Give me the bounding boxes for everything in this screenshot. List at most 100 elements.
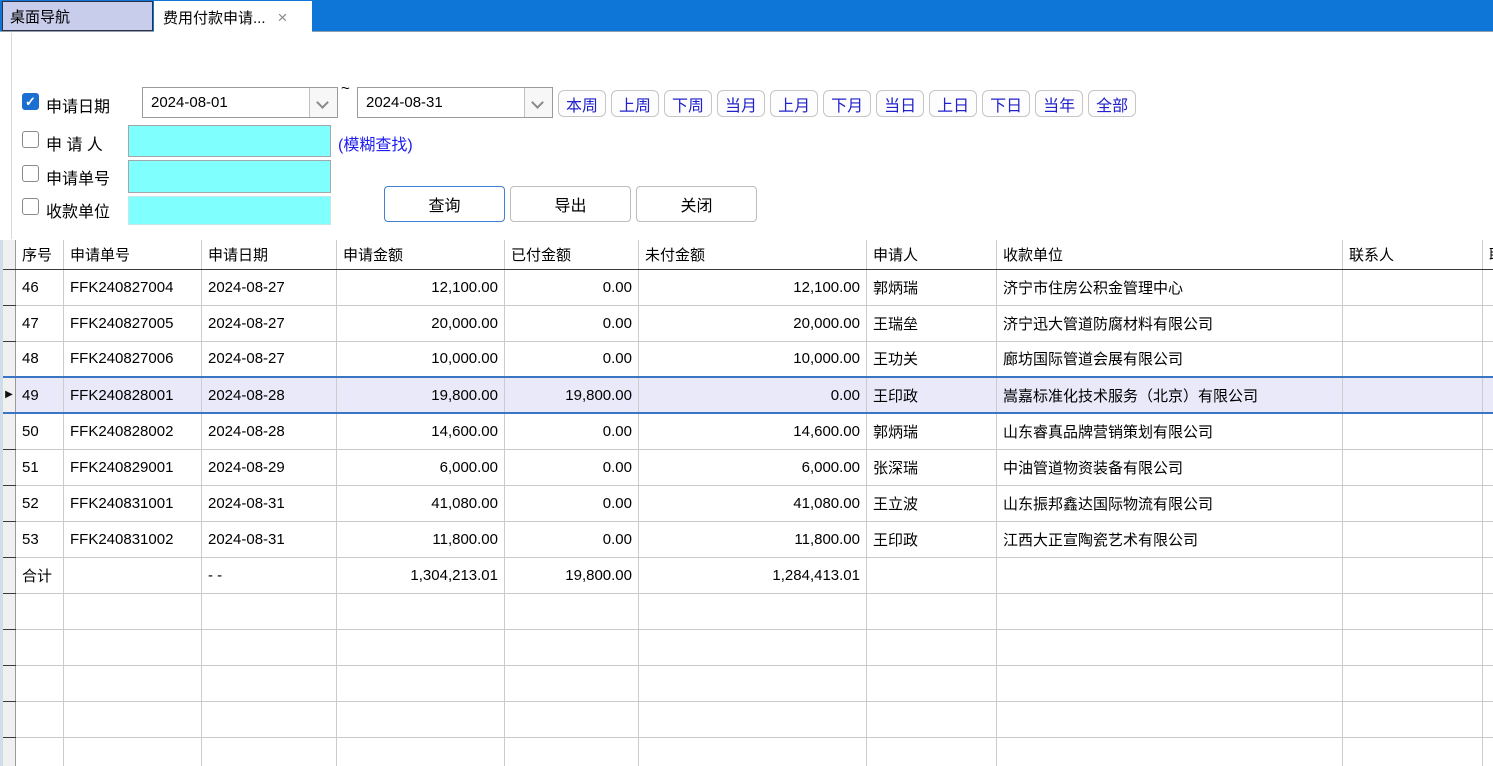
order-no-checkbox[interactable] — [22, 165, 39, 182]
cell-payee[interactable]: 山东振邦鑫达国际物流有限公司 — [997, 485, 1343, 521]
cell-payee[interactable]: 嵩嘉标准化技术服务（北京）有限公司 — [997, 377, 1343, 413]
cell-extra[interactable] — [1483, 593, 1493, 629]
cell-paid[interactable]: 19,800.00 — [505, 557, 639, 593]
export-button[interactable]: 导出 — [510, 186, 631, 222]
quick-range-button[interactable]: 当日 — [876, 90, 924, 117]
cell-payee[interactable] — [997, 665, 1343, 701]
cell-contact[interactable] — [1343, 485, 1483, 521]
cell-amount[interactable]: 10,000.00 — [337, 341, 505, 377]
cell-date[interactable]: 2024-08-28 — [202, 413, 337, 449]
cell-unpaid[interactable]: 12,100.00 — [639, 269, 867, 305]
cell-applicant[interactable] — [867, 629, 997, 665]
cell-date[interactable] — [202, 701, 337, 737]
table-row[interactable]: 53FFK2408310022024-08-3111,800.000.0011,… — [2, 521, 1493, 557]
cell-order-no[interactable] — [64, 557, 202, 593]
cell-extra[interactable] — [1483, 485, 1493, 521]
quick-range-button[interactable]: 下周 — [664, 90, 712, 117]
cell-date[interactable]: 2024-08-29 — [202, 449, 337, 485]
cell-seq[interactable] — [16, 737, 64, 766]
cell-unpaid[interactable] — [639, 593, 867, 629]
column-header[interactable]: 未付金额 — [639, 240, 867, 269]
column-header[interactable]: 申请人 — [867, 240, 997, 269]
cell-order-no[interactable] — [64, 593, 202, 629]
cell-paid[interactable]: 0.00 — [505, 449, 639, 485]
cell-date[interactable] — [202, 593, 337, 629]
cell-contact[interactable] — [1343, 269, 1483, 305]
cell-order-no[interactable] — [64, 737, 202, 766]
row-selector[interactable] — [2, 269, 16, 305]
column-header[interactable]: 联 — [1483, 240, 1493, 269]
cell-date[interactable]: 2024-08-28 — [202, 377, 337, 413]
cell-order-no[interactable]: FFK240827004 — [64, 269, 202, 305]
cell-extra[interactable] — [1483, 521, 1493, 557]
cell-applicant[interactable]: 王立波 — [867, 485, 997, 521]
cell-payee[interactable] — [997, 557, 1343, 593]
cell-order-no[interactable]: FFK240828002 — [64, 413, 202, 449]
date-to-select[interactable]: 2024-08-31 — [357, 87, 553, 118]
cell-applicant[interactable]: 王瑞垒 — [867, 305, 997, 341]
chevron-down-icon[interactable] — [524, 88, 552, 117]
quick-range-button[interactable]: 上周 — [611, 90, 659, 117]
column-header[interactable]: 申请日期 — [202, 240, 337, 269]
cell-payee[interactable]: 山东睿真品牌营销策划有限公司 — [997, 413, 1343, 449]
quick-range-button[interactable]: 当月 — [717, 90, 765, 117]
cell-unpaid[interactable] — [639, 629, 867, 665]
cell-applicant[interactable] — [867, 665, 997, 701]
cell-payee[interactable] — [997, 593, 1343, 629]
cell-paid[interactable]: 0.00 — [505, 341, 639, 377]
column-header[interactable]: 已付金额 — [505, 240, 639, 269]
cell-extra[interactable] — [1483, 665, 1493, 701]
cell-amount[interactable]: 19,800.00 — [337, 377, 505, 413]
cell-applicant[interactable]: 王功关 — [867, 341, 997, 377]
cell-applicant[interactable] — [867, 737, 997, 766]
column-header[interactable]: 联系人 — [1343, 240, 1483, 269]
cell-applicant[interactable] — [867, 701, 997, 737]
cell-extra[interactable] — [1483, 341, 1493, 377]
table-row[interactable]: 47FFK2408270052024-08-2720,000.000.0020,… — [2, 305, 1493, 341]
table-row[interactable]: 52FFK2408310012024-08-3141,080.000.0041,… — [2, 485, 1493, 521]
order-no-input[interactable] — [128, 160, 331, 193]
table-row[interactable]: 51FFK2408290012024-08-296,000.000.006,00… — [2, 449, 1493, 485]
cell-date[interactable] — [202, 629, 337, 665]
cell-contact[interactable] — [1343, 557, 1483, 593]
row-selector[interactable] — [2, 521, 16, 557]
column-header[interactable]: 序号 — [16, 240, 64, 269]
row-selector[interactable] — [2, 305, 16, 341]
cell-order-no[interactable] — [64, 665, 202, 701]
cell-paid[interactable]: 19,800.00 — [505, 377, 639, 413]
chevron-down-icon[interactable] — [309, 88, 337, 117]
applicant-checkbox[interactable] — [22, 131, 39, 148]
quick-range-button[interactable]: 本周 — [558, 90, 606, 117]
row-selector[interactable] — [2, 449, 16, 485]
cell-contact[interactable] — [1343, 701, 1483, 737]
row-selector[interactable] — [2, 341, 16, 377]
tab-expense-payment-application[interactable]: 费用付款申请... × — [154, 1, 312, 33]
cell-amount[interactable]: 6,000.00 — [337, 449, 505, 485]
cell-payee[interactable]: 济宁迅大管道防腐材料有限公司 — [997, 305, 1343, 341]
cell-seq[interactable]: 51 — [16, 449, 64, 485]
cell-seq[interactable]: 52 — [16, 485, 64, 521]
column-header[interactable]: 申请金额 — [337, 240, 505, 269]
cell-contact[interactable] — [1343, 593, 1483, 629]
cell-contact[interactable] — [1343, 665, 1483, 701]
row-selector[interactable] — [2, 665, 16, 701]
cell-extra[interactable] — [1483, 377, 1493, 413]
table-row[interactable]: ▶49FFK2408280012024-08-2819,800.0019,800… — [2, 377, 1493, 413]
close-button[interactable]: 关闭 — [636, 186, 757, 222]
cell-paid[interactable] — [505, 701, 639, 737]
cell-seq[interactable]: 48 — [16, 341, 64, 377]
table-row[interactable]: 46FFK2408270042024-08-2712,100.000.0012,… — [2, 269, 1493, 305]
empty-row[interactable] — [2, 701, 1493, 737]
total-row[interactable]: 合计 - -1,304,213.0119,800.001,284,413.01 — [2, 557, 1493, 593]
cell-amount[interactable]: 41,080.00 — [337, 485, 505, 521]
cell-payee[interactable]: 中油管道物资装备有限公司 — [997, 449, 1343, 485]
applicant-input[interactable] — [128, 125, 331, 157]
row-selector[interactable] — [2, 701, 16, 737]
cell-extra[interactable] — [1483, 449, 1493, 485]
cell-applicant[interactable] — [867, 557, 997, 593]
cell-paid[interactable] — [505, 593, 639, 629]
cell-amount[interactable]: 12,100.00 — [337, 269, 505, 305]
cell-amount[interactable]: 1,304,213.01 — [337, 557, 505, 593]
row-selector[interactable] — [2, 593, 16, 629]
row-selector[interactable] — [2, 485, 16, 521]
